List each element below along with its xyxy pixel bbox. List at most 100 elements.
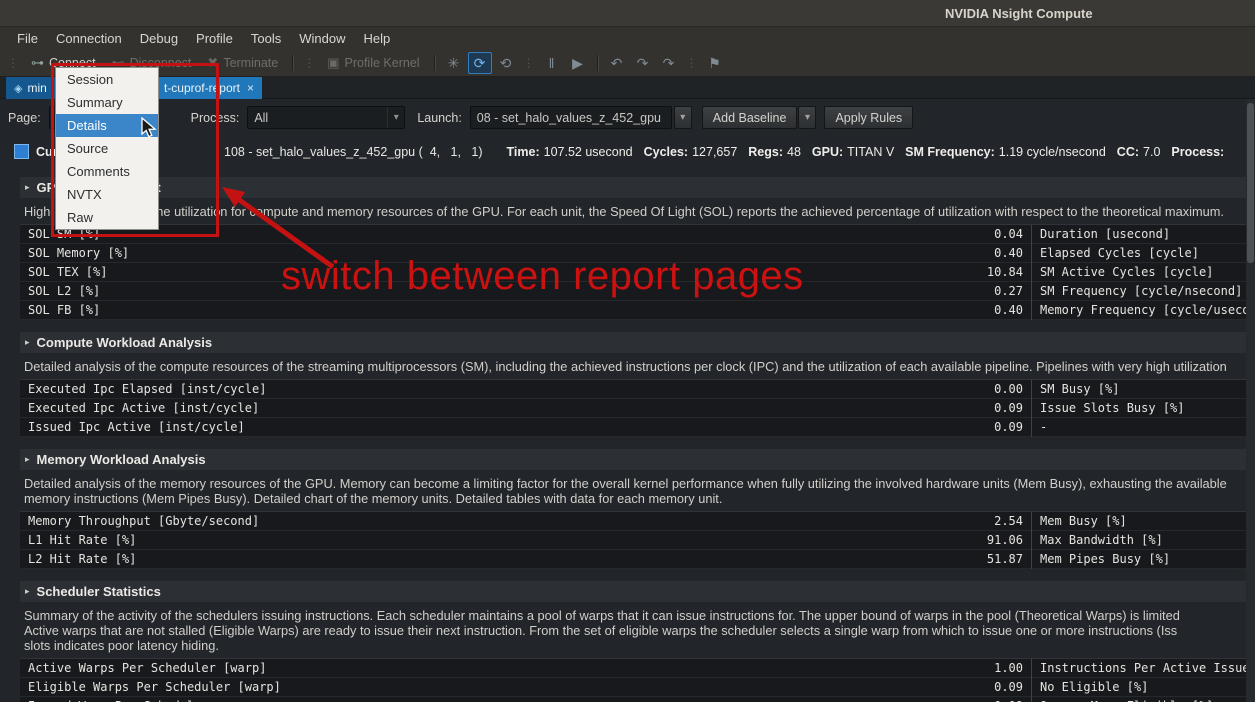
scrollbar-thumb[interactable]: [1247, 103, 1254, 263]
pause-button[interactable]: ‖: [540, 52, 564, 74]
launch-dropdown-arrow[interactable]: ▾: [674, 106, 692, 129]
metric-value: 1.00: [728, 661, 1031, 675]
next-kernel-button[interactable]: ↷: [631, 52, 655, 74]
apply-rules-button[interactable]: Apply Rules: [824, 106, 913, 129]
metric-name: SOL FB [%]: [20, 303, 728, 317]
connect-icon: ⊶: [31, 55, 44, 71]
metric-name-right: Max Bandwidth [%]: [1031, 531, 1255, 550]
step-button[interactable]: ▶: [566, 52, 590, 74]
metrics-table: SOL SM [%]0.04Duration [usecond] SOL Mem…: [20, 224, 1255, 320]
launch-dropdown-value: 08 - set_halo_values_z_452_gpu: [471, 111, 671, 125]
add-baseline-button[interactable]: Add Baseline: [702, 106, 798, 129]
section-header[interactable]: ▸ Compute Workload Analysis: [20, 332, 1255, 353]
section-header[interactable]: ▸ GPU Speed Of Light: [20, 177, 1255, 198]
metric-name: Executed Ipc Elapsed [inst/cycle]: [20, 382, 728, 396]
metric-name: SOL Memory [%]: [20, 246, 728, 260]
metric-value: 2.54: [728, 514, 1031, 528]
metric-name-right: Instructions Per Active Issue Slot: [1031, 659, 1255, 678]
capture-icon: ⚑: [708, 55, 721, 72]
menu-item-session[interactable]: Session: [56, 68, 158, 91]
add-baseline-arrow[interactable]: ▾: [798, 106, 816, 129]
metric-name: Eligible Warps Per Scheduler [warp]: [20, 680, 728, 694]
section-title: Memory Workload Analysis: [37, 452, 206, 467]
section-title: Compute Workload Analysis: [37, 335, 213, 350]
result-header: Current 108 - set_halo_values_z_452_gpu …: [0, 136, 1255, 168]
menu-item-raw[interactable]: Raw: [56, 206, 158, 229]
section-description: Summary of the activity of the scheduler…: [24, 608, 1255, 653]
run-next-button[interactable]: ↷: [657, 52, 681, 74]
metric-value: 0.09: [728, 401, 1031, 415]
metric-value: 0.40: [728, 246, 1031, 260]
table-row: Active Warps Per Scheduler [warp]1.00Ins…: [20, 659, 1255, 678]
metric-value: 51.87: [728, 552, 1031, 566]
toolbar-grip: ⋮: [683, 56, 701, 70]
metric-name-right: Issue Slots Busy [%]: [1031, 399, 1255, 418]
terminate-label: Terminate: [223, 56, 278, 70]
tab-cuprof-report[interactable]: t-cuprof-report ×: [154, 77, 262, 99]
clock-control-button[interactable]: ⟲: [494, 52, 518, 74]
menu-item-comments[interactable]: Comments: [56, 160, 158, 183]
prev-kernel-button[interactable]: ↶: [605, 52, 629, 74]
chevron-down-icon: ▾: [387, 107, 404, 128]
process-dropdown-value: All: [248, 111, 387, 125]
launch-dropdown[interactable]: 08 - set_halo_values_z_452_gpu: [470, 106, 672, 129]
table-row: SOL SM [%]0.04Duration [usecond]: [20, 225, 1255, 244]
auto-profile-icon: ⟳: [474, 55, 486, 72]
menu-file[interactable]: File: [8, 27, 47, 50]
metric-name-right: One or More Eligible [%]: [1031, 697, 1255, 702]
section-header[interactable]: ▸ Scheduler Statistics: [20, 581, 1255, 602]
vertical-scrollbar[interactable]: [1246, 99, 1255, 702]
toolbar-separator: [292, 55, 293, 71]
expand-arrow-icon: ▸: [25, 182, 30, 193]
auto-profile-button[interactable]: ⟳: [468, 52, 492, 74]
menu-item-summary[interactable]: Summary: [56, 91, 158, 114]
freeze-api-button[interactable]: ✳: [442, 52, 466, 74]
stat-label: Time:: [507, 145, 540, 159]
menu-connection[interactable]: Connection: [47, 27, 131, 50]
section-description: High-level overview of the utilization f…: [24, 204, 1255, 219]
details-report-body: ▸ GPU Speed Of Light High-level overview…: [20, 177, 1255, 702]
metric-name: L2 Hit Rate [%]: [20, 552, 728, 566]
metric-name: Active Warps Per Scheduler [warp]: [20, 661, 728, 675]
metric-value: 0.00: [728, 382, 1031, 396]
menu-item-source[interactable]: Source: [56, 137, 158, 160]
metric-name-right: Duration [usecond]: [1031, 225, 1255, 244]
kernel-stats: Time:107.52 usecond Cycles:127,657 Regs:…: [507, 145, 1229, 159]
metrics-table: Executed Ipc Elapsed [inst/cycle]0.00SM …: [20, 379, 1255, 437]
table-row: L2 Hit Rate [%]51.87Mem Pipes Busy [%]: [20, 550, 1255, 569]
process-dropdown[interactable]: All ▾: [247, 106, 405, 129]
profile-kernel-button[interactable]: ▣ Profile Kernel: [320, 52, 426, 74]
metric-name-right: Elapsed Cycles [cycle]: [1031, 244, 1255, 263]
menu-debug[interactable]: Debug: [131, 27, 187, 50]
stat-value: 7.0: [1143, 145, 1160, 159]
metric-name: Issued Ipc Active [inst/cycle]: [20, 420, 728, 434]
metric-name-right: Mem Pipes Busy [%]: [1031, 550, 1255, 569]
menu-profile[interactable]: Profile: [187, 27, 242, 50]
metric-value: 0.27: [728, 284, 1031, 298]
close-icon[interactable]: ×: [247, 81, 254, 95]
menu-item-nvtx[interactable]: NVTX: [56, 183, 158, 206]
section-header[interactable]: ▸ Memory Workload Analysis: [20, 449, 1255, 470]
expand-arrow-icon: ▸: [25, 337, 30, 348]
table-row: Issued Warp Per Scheduler0.09One or More…: [20, 697, 1255, 702]
metric-name-right: No Eligible [%]: [1031, 678, 1255, 697]
capture-button[interactable]: ⚑: [703, 52, 727, 74]
stat-label: CC:: [1117, 145, 1139, 159]
metric-name-right: SM Frequency [cycle/nsecond]: [1031, 282, 1255, 301]
section-title: Scheduler Statistics: [37, 584, 161, 599]
metric-name-right: -: [1031, 418, 1255, 437]
metric-value: 0.09: [728, 680, 1031, 694]
step-icon: ▶: [572, 55, 583, 72]
stat-value: 48: [787, 145, 801, 159]
menu-tools[interactable]: Tools: [242, 27, 290, 50]
current-result-checkbox[interactable]: [14, 144, 29, 159]
terminate-icon: ✖: [207, 55, 218, 71]
menu-help[interactable]: Help: [355, 27, 400, 50]
toolbar-separator: [597, 55, 598, 71]
menu-window[interactable]: Window: [290, 27, 354, 50]
table-row: Executed Ipc Active [inst/cycle]0.09Issu…: [20, 399, 1255, 418]
terminate-button[interactable]: ✖ Terminate: [200, 52, 285, 74]
menu-item-details[interactable]: Details: [56, 114, 158, 137]
table-row: L1 Hit Rate [%]91.06Max Bandwidth [%]: [20, 531, 1255, 550]
tabbar: ◈ min t-cuprof-report ×: [0, 77, 1255, 99]
